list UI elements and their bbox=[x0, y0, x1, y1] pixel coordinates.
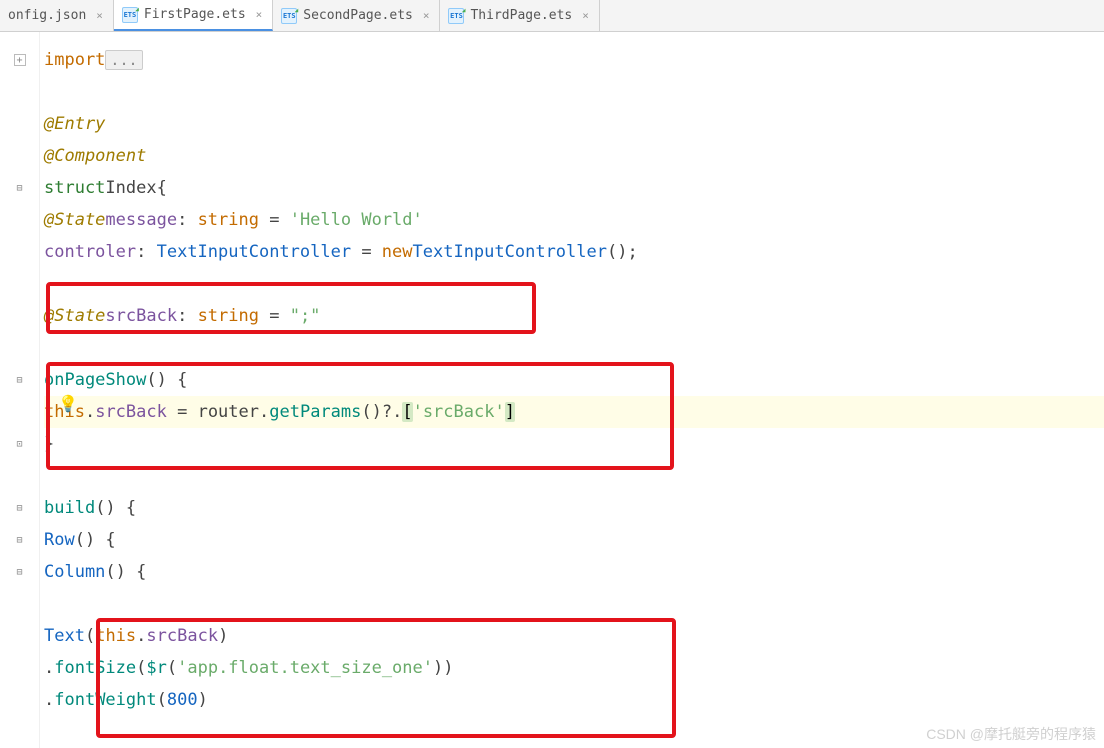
type: TextInputController bbox=[157, 242, 351, 262]
fold-marker-icon[interactable]: ⊟ bbox=[14, 534, 26, 546]
watermark: CSDN @摩托艇旁的程序猿 bbox=[926, 724, 1096, 744]
struct-name: Index bbox=[105, 178, 156, 198]
string-literal: 'app.float.text_size_one' bbox=[177, 658, 433, 678]
tab-config[interactable]: onfig.json × bbox=[0, 0, 114, 31]
fold-marker-icon[interactable]: ⊟ bbox=[14, 374, 26, 386]
string-literal: 'srcBack' bbox=[413, 402, 505, 422]
tab-label: SecondPage.ets bbox=[303, 8, 413, 23]
decorator: @State bbox=[44, 210, 105, 230]
property: srcBack bbox=[95, 402, 167, 422]
tab-secondpage[interactable]: ETS SecondPage.ets × bbox=[273, 0, 440, 31]
component: Row bbox=[44, 530, 75, 550]
close-icon[interactable]: × bbox=[256, 8, 263, 21]
editor-tabs: onfig.json × ETS FirstPage.ets × ETS Sec… bbox=[0, 0, 1104, 32]
string-literal: ";" bbox=[290, 306, 321, 326]
fn-call: $r bbox=[146, 658, 166, 678]
fold-marker-icon[interactable]: ⊟ bbox=[14, 502, 26, 514]
close-icon[interactable]: × bbox=[582, 9, 589, 22]
component: Column bbox=[44, 562, 105, 582]
tab-label: onfig.json bbox=[8, 8, 86, 23]
string-literal: 'Hello World' bbox=[290, 210, 423, 230]
keyword-import: import bbox=[44, 50, 105, 70]
number-literal: 800 bbox=[167, 690, 198, 710]
decorator: @Component bbox=[44, 146, 146, 166]
ets-file-icon: ETS bbox=[122, 7, 138, 23]
tab-thirdpage[interactable]: ETS ThirdPage.ets × bbox=[440, 0, 599, 31]
fold-marker-icon[interactable]: ⊡ bbox=[14, 438, 26, 450]
method-call: getParams bbox=[269, 402, 361, 422]
method-call: fontSize bbox=[54, 658, 136, 678]
keyword-this: this bbox=[95, 626, 136, 646]
ets-file-icon: ETS bbox=[448, 8, 464, 24]
ets-file-icon: ETS bbox=[281, 8, 297, 24]
code-editor[interactable]: + ⊟ ⊟ ⊡ ⊟ ⊟ ⊟ import ... @Entry @Compone… bbox=[0, 32, 1104, 748]
close-icon[interactable]: × bbox=[423, 9, 430, 22]
keyword-struct: struct bbox=[44, 178, 105, 198]
fold-marker-icon[interactable]: ⊟ bbox=[14, 182, 26, 194]
component: Text bbox=[44, 626, 85, 646]
decorator: @Entry bbox=[44, 114, 105, 134]
decorator: @State bbox=[44, 306, 105, 326]
method-name: build bbox=[44, 498, 95, 518]
fold-placeholder[interactable]: ... bbox=[105, 50, 142, 70]
type: TextInputController bbox=[413, 242, 607, 262]
gutter: + ⊟ ⊟ ⊡ ⊟ ⊟ ⊟ bbox=[0, 32, 40, 748]
identifier: router bbox=[198, 402, 259, 422]
property: srcBack bbox=[146, 626, 218, 646]
lightbulb-icon[interactable]: 💡 bbox=[58, 394, 78, 413]
tab-firstpage[interactable]: ETS FirstPage.ets × bbox=[114, 0, 273, 31]
keyword-new: new bbox=[382, 242, 413, 262]
type: string bbox=[198, 210, 259, 230]
tab-label: ThirdPage.ets bbox=[470, 8, 572, 23]
tab-label: FirstPage.ets bbox=[144, 7, 246, 22]
type: string bbox=[198, 306, 259, 326]
fold-marker-icon[interactable]: ⊟ bbox=[14, 566, 26, 578]
close-icon[interactable]: × bbox=[96, 9, 103, 22]
fold-marker-icon[interactable]: + bbox=[14, 54, 26, 66]
code-area[interactable]: import ... @Entry @Component struct Inde… bbox=[40, 32, 1104, 748]
property: controler bbox=[44, 242, 136, 262]
property: message bbox=[105, 210, 177, 230]
method-call: fontWeight bbox=[54, 690, 156, 710]
property: srcBack bbox=[105, 306, 177, 326]
method-name: onPageShow bbox=[44, 370, 146, 390]
